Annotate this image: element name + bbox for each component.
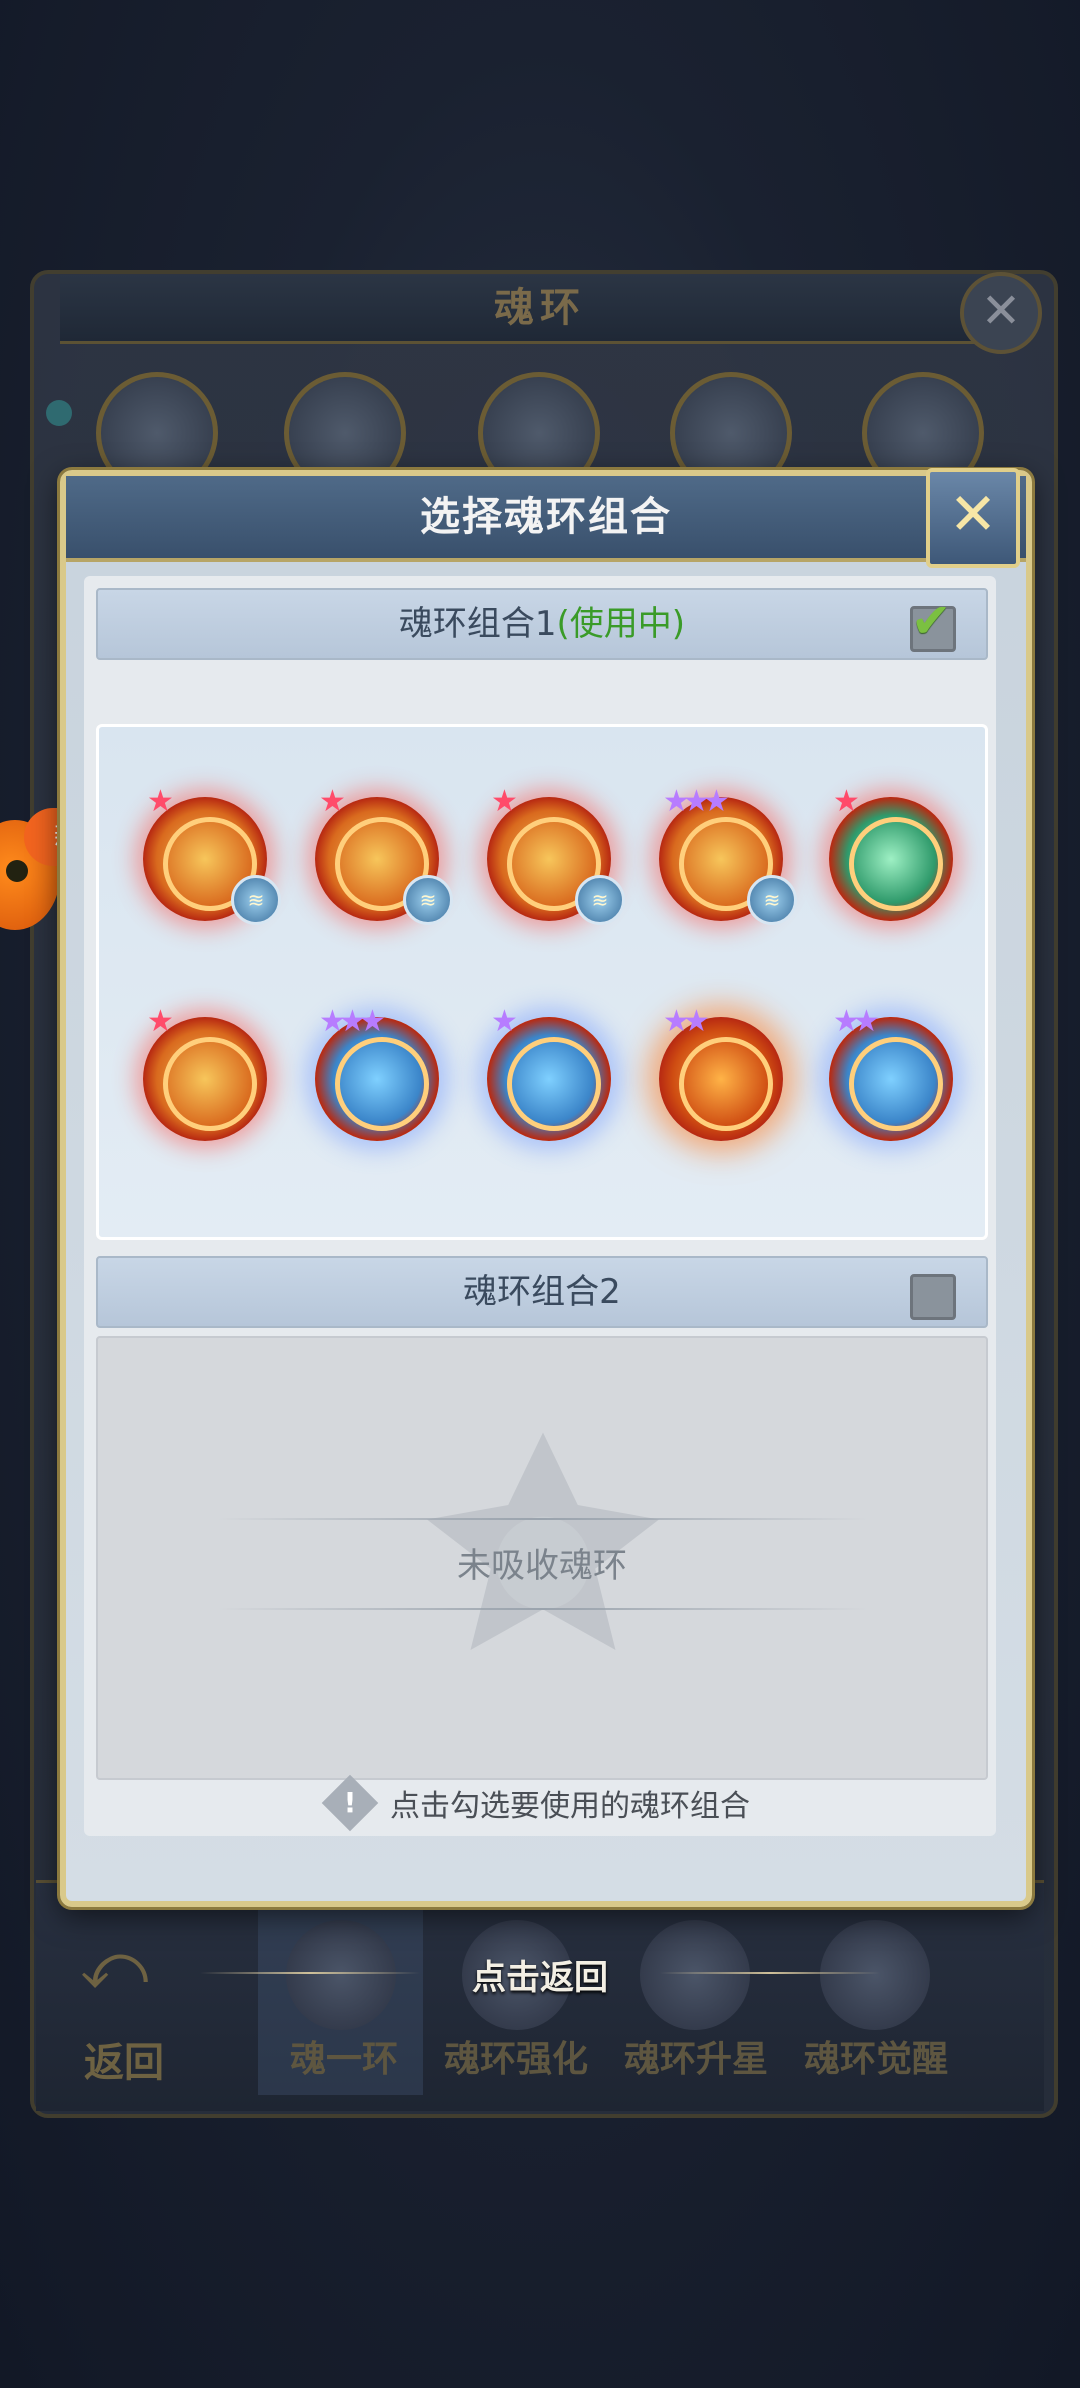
tab-soul-ring[interactable]: 魂一环 xyxy=(290,2030,398,2082)
fish-badge-icon: ≋ xyxy=(747,875,797,925)
dialog-title: 选择魂环组合 xyxy=(420,494,672,540)
background-gem-icon xyxy=(46,400,72,426)
fish-badge-icon: ≋ xyxy=(575,875,625,925)
return-hint[interactable]: 点击返回 xyxy=(0,1950,1080,1999)
soul-ring-item[interactable]: ★ ★ ★ ≋ xyxy=(659,787,797,925)
star-icon: ★ xyxy=(491,1004,518,1039)
warning-icon: ! xyxy=(321,1774,379,1832)
jade-wings-icon xyxy=(849,817,943,911)
star-icon: ★ xyxy=(359,1004,386,1039)
tab-star-up[interactable]: 魂环升星 xyxy=(624,2030,768,2082)
soul-ring-item[interactable]: ★ ★ xyxy=(659,1007,783,1141)
soul-ring-item[interactable]: ★ xyxy=(143,1007,267,1141)
star-icon: ★ xyxy=(853,1004,880,1039)
close-button[interactable]: ✕ xyxy=(926,468,1020,568)
combination-1-name: 魂环组合1 xyxy=(398,604,557,644)
select-combination-dialog: 选择魂环组合 ✕ 魂环组合1(使用中) ✔ ★ ≋ ★ ≋ ★ ≋ ★ ★ ★ ≋ ★ ★ ★ ★ ★ ★ ★ ★… xyxy=(60,468,1032,1907)
fish-badge-icon: ≋ xyxy=(231,875,281,925)
soul-ring-item[interactable]: ★ xyxy=(829,787,953,921)
star-icon: ★ xyxy=(491,784,518,819)
soul-ring-item[interactable]: ★ ≋ xyxy=(487,787,625,925)
divider-top xyxy=(218,1518,868,1520)
frost-beast-icon xyxy=(507,1037,601,1131)
star-icon: ★ xyxy=(147,784,174,819)
dialog-header: 选择魂环组合 xyxy=(66,476,1026,562)
soul-ring-item[interactable]: ★ ≋ xyxy=(143,787,281,925)
combination-1-checkbox[interactable]: ✔ xyxy=(910,593,956,652)
combination-2-checkbox[interactable] xyxy=(910,1274,956,1320)
star-icon: ★ xyxy=(319,784,346,819)
fire-demon-icon xyxy=(163,1037,257,1131)
soul-ring-item[interactable]: ★ ≋ xyxy=(315,787,453,925)
dialog-body: 魂环组合1(使用中) ✔ ★ ≋ ★ ≋ ★ ≋ ★ ★ ★ ≋ ★ ★ ★ ★ ★ ★ ★ ★ ★ ★ 魂环组合2 … xyxy=(84,576,996,1836)
star-icon: ★ xyxy=(833,784,860,819)
soul-ring-item[interactable]: ★ xyxy=(487,1007,611,1141)
azure-bird-icon xyxy=(849,1037,943,1131)
checkmark-icon: ✔ xyxy=(911,593,952,649)
tab-awaken[interactable]: 魂环觉醒 xyxy=(804,2030,948,2082)
in-use-status: (使用中) xyxy=(556,604,686,644)
back-button[interactable]: 返回 xyxy=(84,2030,164,2088)
soul-ring-item[interactable]: ★ ★ ★ xyxy=(315,1007,439,1141)
flame-lion-icon xyxy=(679,1037,773,1131)
background-title: 魂环 xyxy=(494,285,586,331)
combination-2-header[interactable]: 魂环组合2 xyxy=(96,1256,988,1328)
divider-bottom xyxy=(218,1608,868,1610)
combination-1-header[interactable]: 魂环组合1(使用中) ✔ xyxy=(96,588,988,660)
ice-dragon-icon xyxy=(335,1037,429,1131)
star-icon: ★ xyxy=(683,1004,710,1039)
star-icon: ★ xyxy=(147,1004,174,1039)
combination-1-title: 魂环组合1(使用中) xyxy=(98,590,986,658)
background-titlebar: 魂环 xyxy=(60,275,1020,344)
tab-enhance[interactable]: 魂环强化 xyxy=(444,2030,588,2082)
fish-badge-icon: ≋ xyxy=(403,875,453,925)
footer-hint: ! 点击勾选要使用的魂环组合 xyxy=(84,1774,996,1841)
close-icon: ✕ xyxy=(948,480,998,548)
footer-hint-text: 点击勾选要使用的魂环组合 xyxy=(390,1789,750,1824)
combination-2-title: 魂环组合2 xyxy=(463,1272,621,1312)
combination-2-empty-panel: 未吸收魂环 xyxy=(96,1336,988,1780)
star-icon: ★ xyxy=(703,784,730,819)
soul-ring-grid: ★ ≋ ★ ≋ ★ ≋ ★ ★ ★ ≋ ★ ★ ★ ★ ★ ★ ★ ★ ★ ★ xyxy=(96,724,988,1240)
soul-ring-item[interactable]: ★ ★ xyxy=(829,1007,953,1141)
empty-message: 未吸收魂环 xyxy=(457,1546,627,1586)
background-close-icon[interactable]: ✕ xyxy=(960,272,1042,354)
